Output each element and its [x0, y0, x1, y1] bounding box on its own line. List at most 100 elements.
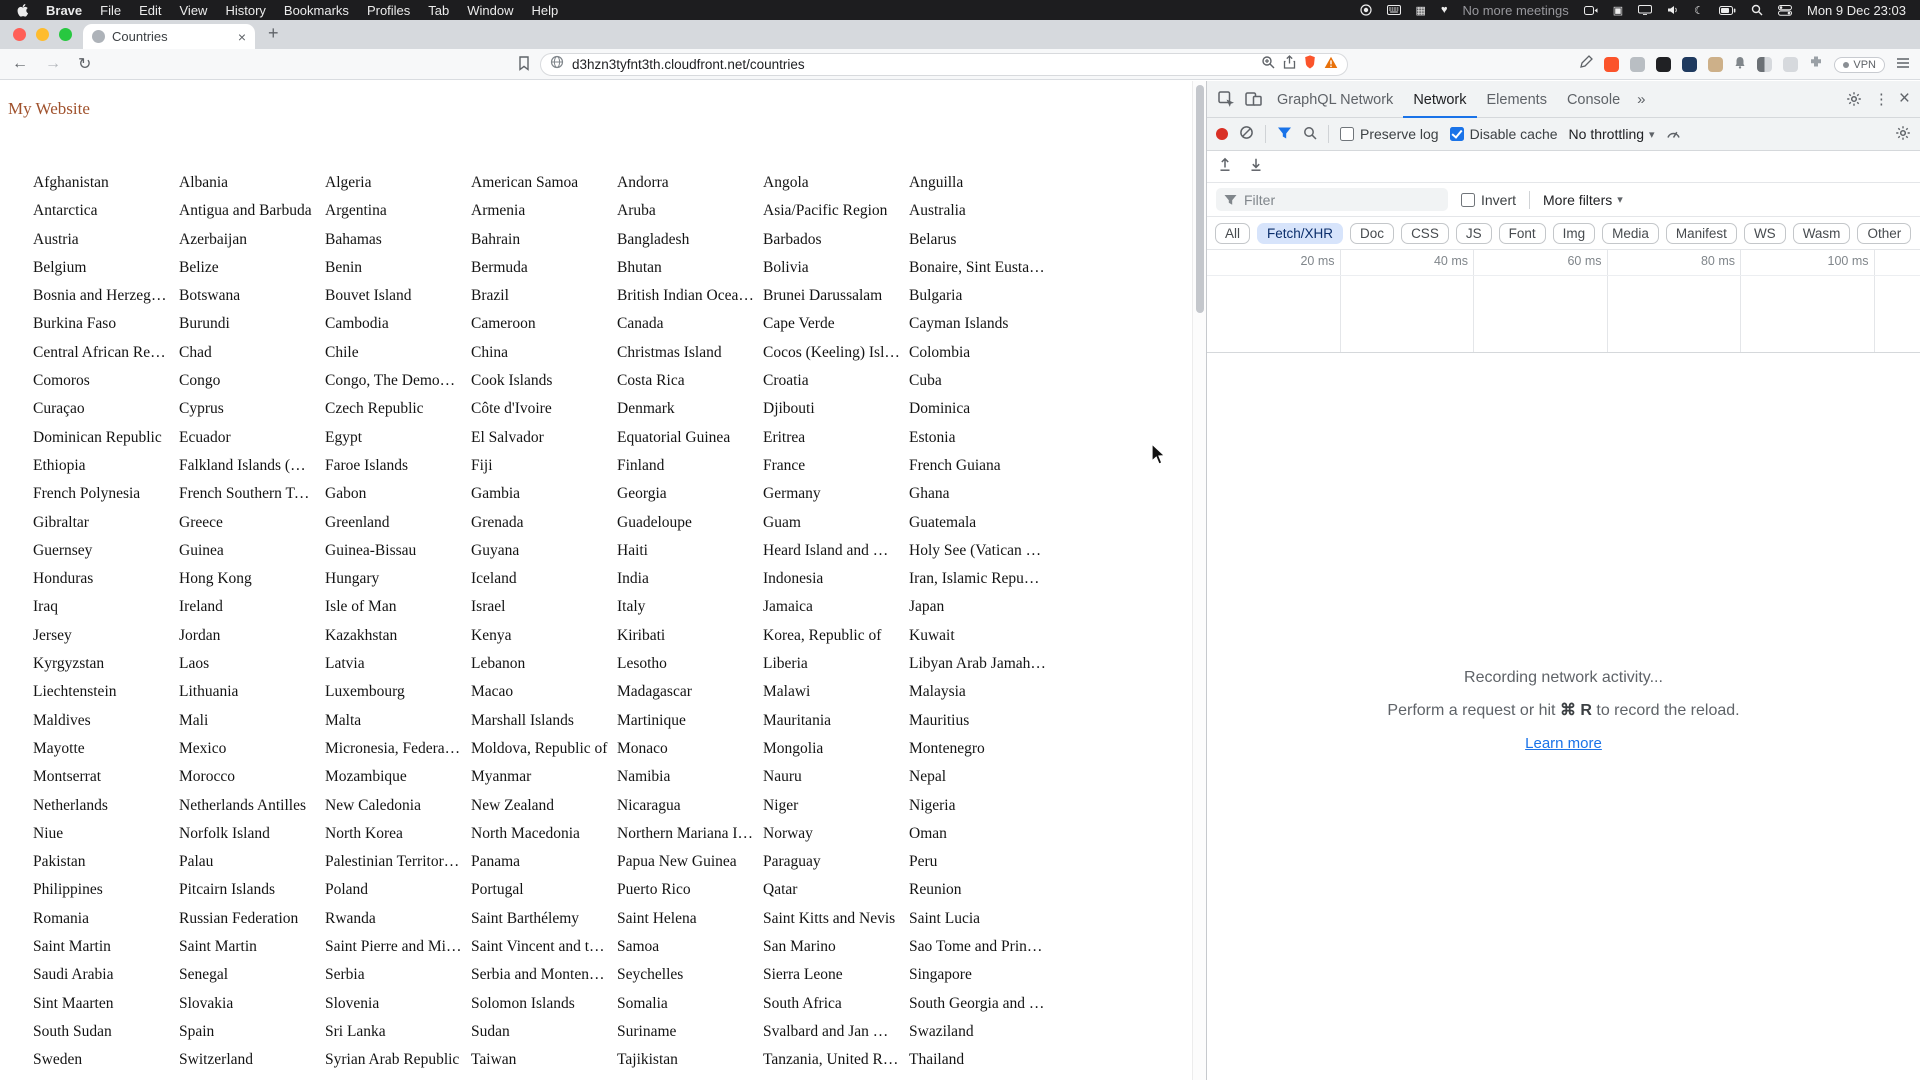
forward-button[interactable]: → — [45, 55, 61, 73]
meetings-status[interactable]: No more meetings — [1462, 3, 1568, 18]
devtools-tab-network[interactable]: Network — [1403, 81, 1476, 118]
security-warning-icon[interactable] — [1324, 56, 1338, 74]
har-import-icon[interactable] — [1218, 157, 1232, 177]
extension-icon-6[interactable] — [1757, 57, 1773, 72]
filter-chip-manifest[interactable]: Manifest — [1665, 222, 1737, 244]
devtools-close-icon[interactable]: × — [1895, 88, 1914, 110]
filter-chip-ws[interactable]: WS — [1743, 222, 1786, 244]
menu-bookmarks[interactable]: Bookmarks — [275, 3, 358, 18]
back-button[interactable]: ← — [12, 55, 28, 73]
search-network-icon[interactable] — [1303, 126, 1317, 143]
menu-history[interactable]: History — [216, 3, 274, 18]
zoom-icon[interactable] — [1261, 55, 1275, 74]
devtools-settings-gear-icon[interactable] — [1841, 86, 1868, 113]
screen-recording-icon[interactable] — [1359, 4, 1372, 16]
reload-button[interactable]: ↻ — [78, 54, 91, 74]
devtools-tab-graphql-network[interactable]: GraphQL Network — [1267, 81, 1403, 118]
window-grid-icon[interactable]: ▦ — [1416, 4, 1426, 17]
menu-window[interactable]: Window — [458, 3, 522, 18]
new-tab-button[interactable]: + — [268, 23, 279, 44]
filter-chip-fetch-xhr[interactable]: Fetch/XHR — [1257, 222, 1344, 244]
puzzle-extensions-icon[interactable] — [1809, 55, 1823, 74]
filter-chip-js[interactable]: JS — [1455, 222, 1492, 244]
filter-chip-doc[interactable]: Doc — [1350, 222, 1395, 244]
menu-file[interactable]: File — [91, 3, 130, 18]
country-item: Kyrgyzstan — [33, 655, 105, 673]
filter-chip-wasm[interactable]: Wasm — [1792, 222, 1851, 244]
menu-help[interactable]: Help — [523, 3, 568, 18]
network-conditions-icon[interactable] — [1666, 126, 1681, 142]
more-filters-dropdown[interactable]: More filters ▾ — [1543, 192, 1623, 208]
inspect-element-icon[interactable] — [1213, 86, 1240, 113]
device-toolbar-icon[interactable] — [1240, 86, 1267, 113]
heart-icon[interactable]: ♥ — [1441, 4, 1448, 16]
extension-icon-2[interactable] — [1630, 57, 1646, 72]
preserve-log-option[interactable]: Preserve log — [1340, 126, 1439, 142]
display-icon[interactable] — [1638, 5, 1653, 15]
har-export-icon[interactable] — [1249, 157, 1263, 177]
invert-filter-option[interactable]: Invert — [1461, 192, 1516, 208]
notification-bell-icon[interactable] — [1734, 56, 1746, 74]
network-settings-gear-icon[interactable] — [1895, 125, 1911, 144]
address-bar[interactable]: d3hzn3tyfnt3th.cloudfront.net/countries — [540, 53, 1348, 76]
more-tabs-icon[interactable]: » — [1630, 91, 1652, 108]
browser-tab-countries[interactable]: Countries × — [83, 24, 255, 49]
tab-close-icon[interactable]: × — [238, 29, 246, 45]
video-camera-icon[interactable] — [1583, 5, 1598, 15]
clear-network-log-icon[interactable] — [1239, 125, 1254, 143]
focus-moon-icon[interactable]: ☾ — [1694, 4, 1704, 17]
window-close-button[interactable] — [13, 28, 26, 41]
control-center-icon[interactable] — [1777, 4, 1792, 16]
devtools-kebab-menu-icon[interactable]: ⋮ — [1868, 90, 1895, 108]
filter-chip-img[interactable]: Img — [1552, 222, 1596, 244]
devtools-tab-console[interactable]: Console — [1557, 81, 1630, 118]
vpn-badge[interactable]: VPN — [1834, 56, 1885, 73]
spotlight-search-icon[interactable] — [1751, 4, 1763, 16]
country-item: Tajikistan — [617, 1051, 678, 1069]
throttling-dropdown[interactable]: No throttling ▾ — [1569, 126, 1655, 142]
page-scrollbar[interactable] — [1192, 81, 1206, 1080]
disable-cache-option[interactable]: Disable cache — [1449, 126, 1558, 142]
sidebar-bookmark-icon[interactable] — [518, 56, 530, 76]
edit-pencil-icon[interactable] — [1579, 55, 1594, 74]
menu-view[interactable]: View — [171, 3, 217, 18]
browser-menu-icon[interactable] — [1896, 56, 1910, 74]
preserve-log-checkbox[interactable] — [1340, 127, 1354, 141]
filter-chip-css[interactable]: CSS — [1401, 222, 1449, 244]
window-minimize-button[interactable] — [36, 28, 49, 41]
site-info-icon[interactable] — [550, 55, 564, 74]
share-icon[interactable] — [1283, 55, 1296, 74]
battery-icon[interactable] — [1718, 5, 1736, 15]
menu-tab[interactable]: Tab — [419, 3, 458, 18]
record-network-log-button[interactable] — [1216, 128, 1228, 140]
extension-icon-5[interactable] — [1708, 57, 1724, 72]
extension-icon-3[interactable] — [1656, 57, 1672, 72]
country-item: South Africa — [763, 994, 842, 1012]
brave-shields-icon[interactable] — [1304, 55, 1316, 74]
invert-checkbox[interactable] — [1461, 192, 1475, 207]
menu-profiles[interactable]: Profiles — [358, 3, 419, 18]
menu-brave[interactable]: Brave — [37, 3, 91, 18]
filter-chip-media[interactable]: Media — [1602, 222, 1659, 244]
filter-toggle-icon[interactable] — [1277, 126, 1292, 143]
keyboard-icon[interactable] — [1386, 5, 1401, 15]
apple-menu[interactable] — [14, 3, 37, 17]
filter-chip-other[interactable]: Other — [1857, 222, 1912, 244]
filter-chip-all[interactable]: All — [1215, 222, 1251, 244]
window-zoom-button[interactable] — [59, 28, 72, 41]
filter-chip-font[interactable]: Font — [1498, 222, 1546, 244]
menu-edit[interactable]: Edit — [130, 3, 170, 18]
extension-icon-4[interactable] — [1682, 57, 1698, 72]
stage-manager-icon[interactable]: ▣ — [1613, 4, 1623, 17]
learn-more-link[interactable]: Learn more — [1525, 735, 1602, 752]
extension-icon-7[interactable] — [1783, 57, 1799, 72]
network-filter-field[interactable] — [1216, 188, 1448, 211]
scrollbar-thumb[interactable] — [1196, 85, 1204, 313]
extension-icon-1[interactable] — [1604, 57, 1620, 72]
devtools-tab-elements[interactable]: Elements — [1477, 81, 1557, 118]
disable-cache-checkbox[interactable] — [1449, 127, 1464, 141]
network-filter-input[interactable] — [1244, 191, 1414, 208]
country-item: Mauritius — [909, 711, 970, 729]
volume-icon[interactable] — [1667, 5, 1679, 15]
menubar-clock[interactable]: Mon 9 Dec 23:03 — [1807, 3, 1906, 18]
